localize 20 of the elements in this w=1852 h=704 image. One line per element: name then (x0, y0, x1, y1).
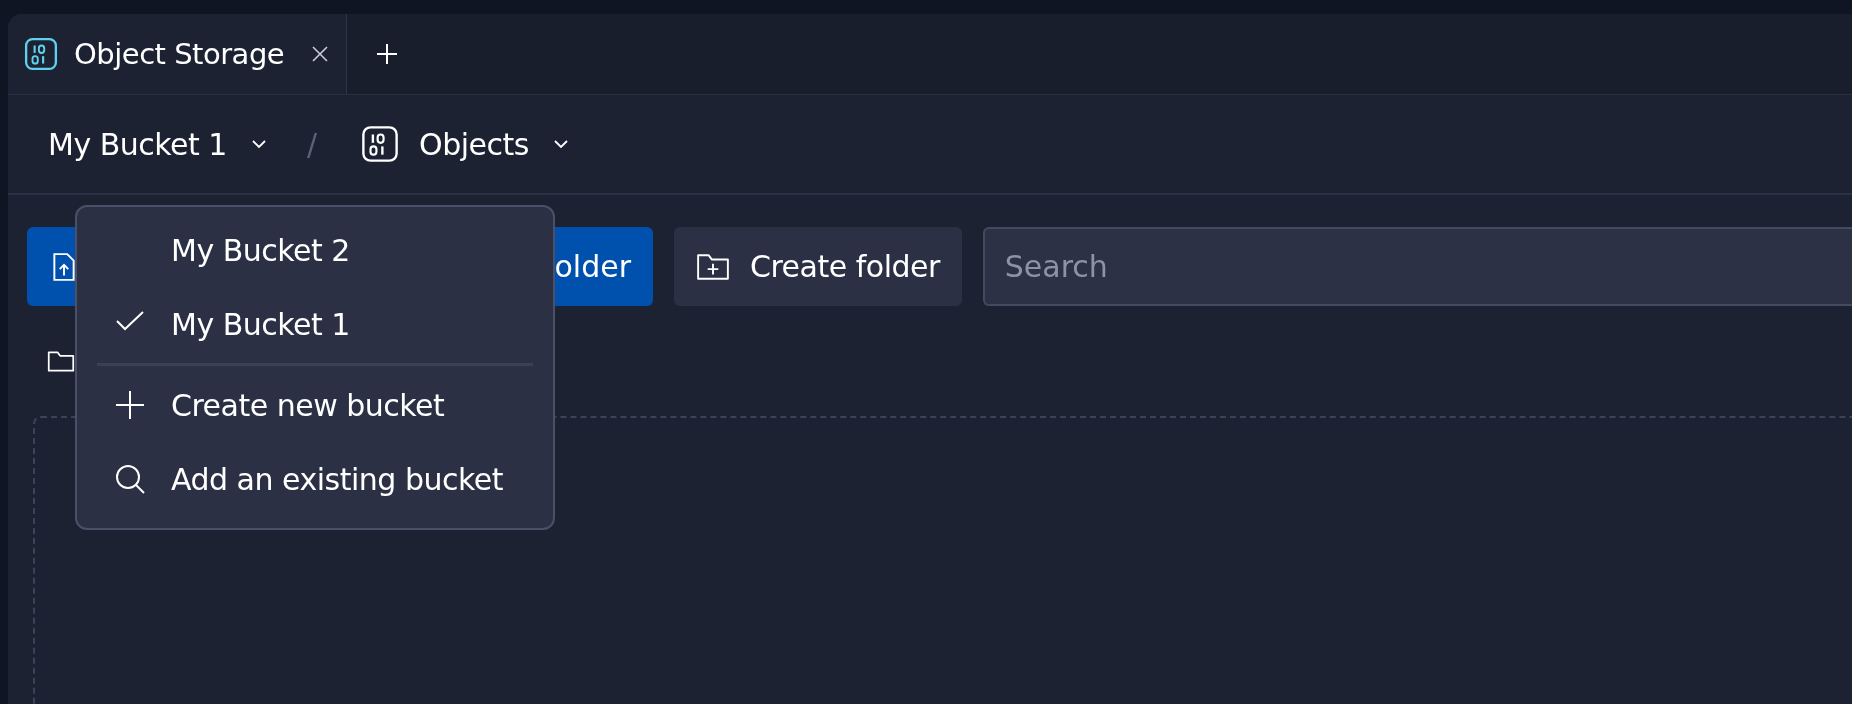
bucket-dropdown[interactable]: My Bucket 1 (48, 126, 269, 162)
section-dropdown[interactable]: Objects (419, 126, 571, 162)
close-icon[interactable] (310, 44, 331, 64)
menu-item[interactable]: Add an existing bucket (77, 442, 553, 516)
upload-icon (51, 251, 77, 282)
tab[interactable]: Object Storage (8, 14, 348, 94)
folder-plus-icon (696, 251, 730, 282)
plus-icon (115, 390, 145, 420)
folder-icon (47, 349, 75, 373)
binary-icon (361, 125, 400, 163)
create-folder-button[interactable]: Create folder (674, 227, 962, 306)
search-icon (114, 463, 146, 495)
binary-icon (24, 37, 58, 71)
menu-item[interactable]: My Bucket 2 (77, 213, 553, 287)
check-icon (115, 309, 145, 333)
menu-item[interactable]: My Bucket 1 (77, 287, 553, 361)
breadcrumb-separator: / (306, 126, 318, 162)
menu-item[interactable]: Create new bucket (77, 368, 553, 442)
add-tab-icon[interactable] (375, 42, 400, 66)
search-field[interactable]: Search (982, 227, 1852, 306)
